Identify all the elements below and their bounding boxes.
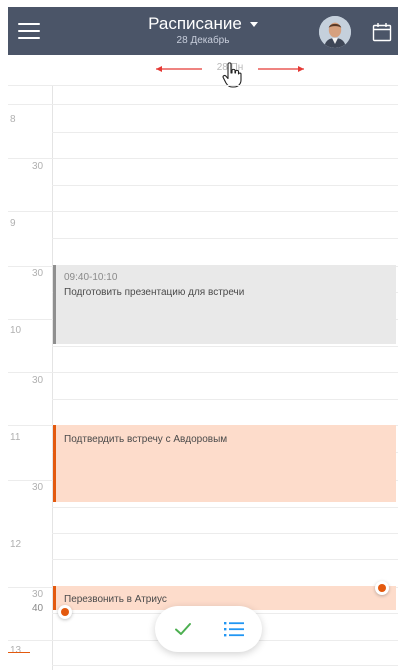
event-title: Подготовить презентацию для встречи [64,287,245,298]
gridline [52,665,398,666]
event-title: Перезвонить в Атриус [64,594,167,605]
day-timeline[interactable]: 8 30 9 30 10 30 11 30 12 30 40 13 09:40-… [8,85,398,670]
event-title: Подтвердить встречу с Авдоровым [64,434,228,445]
gridline [52,559,398,560]
gridline [52,238,398,239]
gridline [8,85,398,86]
hour-label-11: 11 [10,432,21,443]
check-icon[interactable] [173,619,193,639]
event-card[interactable]: 09:40-10:10 Подготовить презентацию для … [53,265,396,344]
resize-handle-start[interactable] [58,605,72,619]
half-hour-label: 30 [32,161,44,172]
gridline [8,372,398,373]
timeline-divider [52,85,53,670]
event-card[interactable]: Подтвердить встречу с Авдоровым [53,425,396,502]
chevron-down-icon [249,22,258,28]
gridline [52,507,398,508]
gridline [52,346,398,347]
gridline [8,104,398,105]
hour-label-9: 9 [10,218,16,229]
resize-handle-end[interactable] [375,581,389,595]
avatar[interactable] [319,16,351,48]
gridline [52,185,398,186]
hour-label-12: 12 [10,539,22,550]
list-icon[interactable] [223,619,245,639]
half-hour-label: 30 [32,375,44,386]
gridline [8,158,398,159]
hour-label-13: 13 [10,645,22,656]
gridline [52,399,398,400]
current-time-indicator [8,652,30,653]
half-hour-label: 30 [32,268,44,279]
hour-label-10: 10 [10,325,22,336]
gridline [52,132,398,133]
half-hour-label: 30 [32,589,44,600]
half-hour-label: 30 [32,482,44,493]
calendar-icon[interactable] [372,22,392,47]
page-title: Расписание [148,14,242,33]
hour-label-8: 8 [10,114,16,125]
gridline [52,533,398,534]
app-header: Расписание 28 Декабрь [8,7,398,55]
day-swipe-hint[interactable]: 28 Пн [150,60,310,88]
gridline [8,211,398,212]
bottom-action-bar [155,606,262,652]
event-time: 09:40-10:10 [64,272,118,283]
minute-label-40: 40 [32,603,44,614]
